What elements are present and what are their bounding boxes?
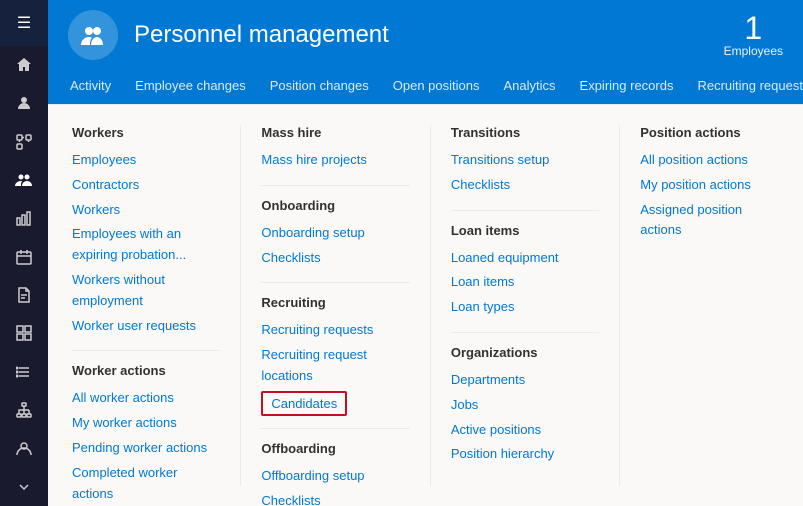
link-departments[interactable]: Departments bbox=[451, 368, 599, 393]
header: Personnel management 1 Employees bbox=[48, 0, 803, 70]
link-position-hierarchy[interactable]: Position hierarchy bbox=[451, 442, 599, 467]
tab-activity[interactable]: Activity bbox=[58, 70, 123, 104]
link-my-worker-actions[interactable]: My worker actions bbox=[72, 411, 220, 436]
recruiting-title: Recruiting bbox=[261, 295, 409, 310]
people-icon[interactable] bbox=[0, 161, 48, 199]
recruiting-section: Recruiting Recruiting requests Recruitin… bbox=[261, 295, 409, 415]
org-icon[interactable] bbox=[0, 391, 48, 429]
home-icon[interactable] bbox=[0, 46, 48, 84]
worker-actions-title: Worker actions bbox=[72, 363, 220, 378]
link-pending-worker-actions[interactable]: Pending worker actions bbox=[72, 436, 220, 461]
chart-icon[interactable] bbox=[0, 199, 48, 237]
tab-employee-changes[interactable]: Employee changes bbox=[123, 70, 258, 104]
link-assigned-position-actions[interactable]: Assigned position actions bbox=[640, 198, 759, 244]
link-all-position-actions[interactable]: All position actions bbox=[640, 148, 759, 173]
link-mass-hire-projects[interactable]: Mass hire projects bbox=[261, 148, 409, 173]
tab-open-positions[interactable]: Open positions bbox=[381, 70, 492, 104]
link-offboarding-setup[interactable]: Offboarding setup bbox=[261, 464, 409, 489]
onboarding-section: Onboarding Onboarding setup Checklists bbox=[261, 198, 409, 271]
link-loan-types[interactable]: Loan types bbox=[451, 295, 599, 320]
loan-items-section: Loan items Loaned equipment Loan items L… bbox=[451, 223, 599, 320]
link-completed-worker-actions[interactable]: Completed worker actions bbox=[72, 461, 220, 506]
link-all-worker-actions[interactable]: All worker actions bbox=[72, 386, 220, 411]
user3-icon[interactable] bbox=[0, 429, 48, 467]
workers-section: Workers Employees Contractors Workers Em… bbox=[72, 125, 220, 338]
stats-number: 1 bbox=[724, 12, 783, 44]
calendar-icon[interactable] bbox=[0, 238, 48, 276]
document-icon[interactable] bbox=[0, 276, 48, 314]
link-onboarding-setup[interactable]: Onboarding setup bbox=[261, 221, 409, 246]
link-offboarding-checklists[interactable]: Checklists bbox=[261, 489, 409, 506]
main-area: Personnel management 1 Employees Activit… bbox=[48, 0, 803, 506]
divider-1 bbox=[72, 350, 220, 351]
divider-4 bbox=[261, 428, 409, 429]
link-workers-no-employment[interactable]: Workers without employment bbox=[72, 268, 220, 314]
position-actions-section: Position actions All position actions My… bbox=[640, 125, 759, 243]
link-worker-user-requests[interactable]: Worker user requests bbox=[72, 314, 220, 339]
link-recruiting-requests[interactable]: Recruiting requests bbox=[261, 318, 409, 343]
link-transitions-setup[interactable]: Transitions setup bbox=[451, 148, 599, 173]
nav-tabs: Activity Employee changes Position chang… bbox=[48, 70, 803, 104]
links-dropdown: Workers Employees Contractors Workers Em… bbox=[48, 104, 803, 506]
header-stats: 1 Employees bbox=[724, 12, 783, 58]
loan-items-title: Loan items bbox=[451, 223, 599, 238]
tab-analytics[interactable]: Analytics bbox=[492, 70, 568, 104]
hamburger-icon[interactable]: ☰ bbox=[0, 0, 48, 46]
link-loaned-equipment[interactable]: Loaned equipment bbox=[451, 246, 599, 271]
sidebar: ☰ bbox=[0, 0, 48, 506]
workers-title: Workers bbox=[72, 125, 220, 140]
link-active-positions[interactable]: Active positions bbox=[451, 418, 599, 443]
col-transitions: Transitions Transitions setup Checklists… bbox=[430, 125, 619, 486]
worker-actions-section: Worker actions All worker actions My wor… bbox=[72, 363, 220, 506]
link-candidates[interactable]: Candidates bbox=[261, 391, 347, 416]
tab-position-changes[interactable]: Position changes bbox=[258, 70, 381, 104]
workflow-icon[interactable] bbox=[0, 123, 48, 161]
tab-recruiting-requests[interactable]: Recruiting requests bbox=[685, 70, 803, 104]
page-title: Personnel management bbox=[134, 21, 389, 49]
link-loan-items[interactable]: Loan items bbox=[451, 270, 599, 295]
organizations-title: Organizations bbox=[451, 345, 599, 360]
link-contractors[interactable]: Contractors bbox=[72, 173, 220, 198]
transitions-section: Transitions Transitions setup Checklists bbox=[451, 125, 599, 198]
divider-5 bbox=[451, 210, 599, 211]
divider-3 bbox=[261, 282, 409, 283]
col-workers: Workers Employees Contractors Workers Em… bbox=[72, 125, 240, 486]
link-my-position-actions[interactable]: My position actions bbox=[640, 173, 759, 198]
offboarding-section: Offboarding Offboarding setup Checklists bbox=[261, 441, 409, 506]
link-workers[interactable]: Workers bbox=[72, 198, 220, 223]
offboarding-title: Offboarding bbox=[261, 441, 409, 456]
person-icon[interactable] bbox=[0, 84, 48, 122]
link-employees[interactable]: Employees bbox=[72, 148, 220, 173]
mass-hire-title: Mass hire bbox=[261, 125, 409, 140]
link-jobs[interactable]: Jobs bbox=[451, 393, 599, 418]
divider-6 bbox=[451, 332, 599, 333]
transitions-title: Transitions bbox=[451, 125, 599, 140]
link-expiring-probation[interactable]: Employees with an expiring probation... bbox=[72, 222, 220, 268]
link-recruiting-locations[interactable]: Recruiting request locations bbox=[261, 343, 409, 389]
grid-icon[interactable] bbox=[0, 314, 48, 352]
col-position-actions: Position actions All position actions My… bbox=[619, 125, 779, 486]
mass-hire-section: Mass hire Mass hire projects bbox=[261, 125, 409, 173]
down-icon[interactable] bbox=[0, 468, 48, 506]
organizations-section: Organizations Departments Jobs Active po… bbox=[451, 345, 599, 467]
link-transitions-checklists[interactable]: Checklists bbox=[451, 173, 599, 198]
onboarding-title: Onboarding bbox=[261, 198, 409, 213]
divider-2 bbox=[261, 185, 409, 186]
list-icon[interactable] bbox=[0, 353, 48, 391]
position-actions-title: Position actions bbox=[640, 125, 759, 140]
tab-expiring-records[interactable]: Expiring records bbox=[568, 70, 686, 104]
link-onboarding-checklists[interactable]: Checklists bbox=[261, 246, 409, 271]
stats-label: Employees bbox=[724, 44, 783, 58]
header-icon bbox=[68, 10, 118, 60]
col-hiring: Mass hire Mass hire projects Onboarding … bbox=[240, 125, 429, 486]
